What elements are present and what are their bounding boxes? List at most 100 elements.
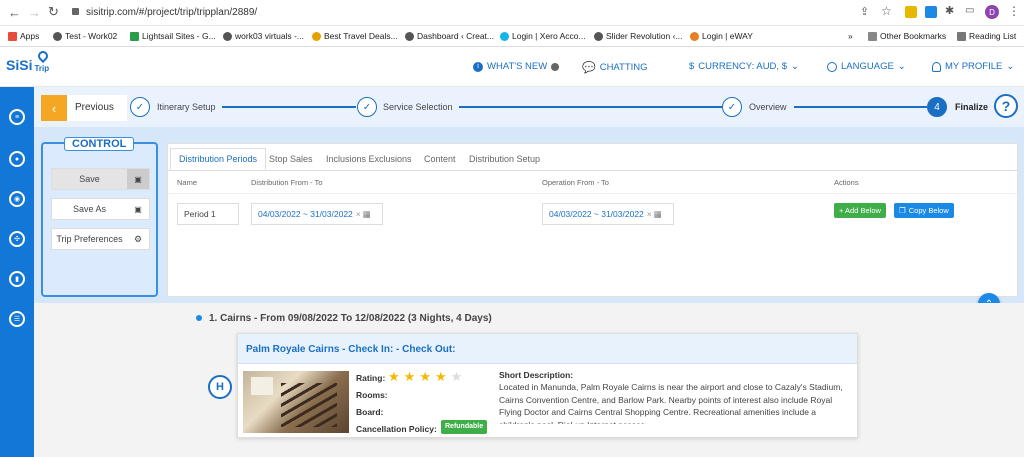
tab-stop-sales[interactable]: Stop Sales	[261, 148, 321, 170]
back-icon[interactable]: ←	[8, 5, 21, 20]
puzzle-icon[interactable]: ✱	[945, 4, 954, 17]
avatar[interactable]: D	[985, 5, 999, 19]
settings-icon[interactable]: ☰	[9, 311, 25, 327]
save-as-button[interactable]: Save As ▣	[51, 198, 150, 220]
reading-list-icon	[957, 31, 966, 41]
column-header-distribution: Distribution From - To	[251, 178, 323, 187]
bookmark-item[interactable]: Login | eWAY	[690, 31, 753, 41]
target-icon[interactable]: ◉	[9, 191, 25, 207]
currency-dropdown[interactable]: $ CURRENCY: AUD, $ ⌄	[689, 61, 799, 72]
previous-button[interactable]: ‹ Previous	[41, 95, 127, 121]
column-header-name: Name	[177, 178, 198, 187]
chatting-link[interactable]: 💬 CHATTING	[582, 61, 648, 74]
star-icon: ★	[419, 369, 435, 384]
address-bar[interactable]: sisitrip.com/#/project/trip/tripplan/288…	[86, 7, 257, 18]
bookmark-item[interactable]: Login | Xero Acco...	[500, 31, 586, 41]
star-icon[interactable]: ☆	[881, 4, 892, 18]
tab-distribution-periods[interactable]: Distribution Periods	[170, 148, 267, 170]
short-description-label: Short Description:	[499, 370, 574, 380]
globe-icon	[594, 31, 603, 41]
tab-inclusions-exclusions[interactable]: Inclusions Exclusions	[318, 148, 420, 170]
column-header-operation: Operation From - To	[542, 178, 609, 187]
hotel-title[interactable]: Palm Royale Cairns - Check In: - Check O…	[246, 344, 456, 355]
board-label: Board:	[356, 407, 384, 417]
copy-below-button[interactable]: ❐ Copy Below	[894, 203, 954, 218]
layers-icon[interactable]: ≡	[9, 109, 25, 125]
chevron-down-icon: ⌄	[1006, 61, 1015, 72]
share-icon[interactable]: ⇪	[860, 5, 869, 18]
bullet-icon	[196, 315, 202, 321]
xero-icon	[500, 31, 509, 41]
cast-icon[interactable]: ▭	[965, 5, 974, 16]
tab-content[interactable]: Content	[416, 148, 464, 170]
reading-list[interactable]: Reading List	[957, 31, 1016, 41]
step-label[interactable]: Itinerary Setup	[157, 102, 216, 112]
step-number[interactable]: 4	[927, 97, 947, 117]
distribution-panel: Distribution Periods Stop Sales Inclusio…	[167, 143, 1018, 297]
step-check-icon[interactable]: ✓	[130, 97, 150, 117]
bookmark-item[interactable]: Slider Revolution ‹...	[594, 31, 683, 41]
add-below-button[interactable]: + Add Below	[834, 203, 886, 218]
calendar-icon[interactable]: ▦	[654, 209, 662, 220]
logo[interactable]: SiSi Trip	[6, 48, 51, 73]
whats-new-link[interactable]: i WHAT'S NEW	[473, 61, 560, 72]
clipboard-icon[interactable]: ▮	[9, 271, 25, 287]
more-bookmarks[interactable]: »	[848, 31, 853, 41]
sidebar: ≡ ● ◉ ✣ ▮ ☰	[0, 87, 34, 457]
profile-dropdown[interactable]: MY PROFILE ⌄	[932, 61, 1014, 72]
copy-icon: ❐	[899, 206, 906, 215]
itinerary-heading: 1. Cairns - From 09/08/2022 To 12/08/202…	[209, 313, 492, 324]
bookmark-item[interactable]: Apps	[8, 31, 39, 41]
calendar-icon[interactable]: ▦	[363, 209, 371, 220]
language-dropdown[interactable]: LANGUAGE ⌄	[827, 61, 906, 72]
browser-toolbar: ← → ↻ sisitrip.com/#/project/trip/trippl…	[0, 0, 1024, 26]
step-check-icon[interactable]: ✓	[722, 97, 742, 117]
forward-icon[interactable]: →	[28, 5, 41, 20]
user-icon[interactable]: ●	[9, 151, 25, 167]
rating-label: Rating:	[356, 373, 386, 383]
sheet-icon	[130, 31, 139, 41]
reload-icon[interactable]: ↻	[48, 4, 59, 20]
clear-icon[interactable]: ×	[356, 209, 361, 219]
step-connector	[222, 106, 356, 108]
grid-icon[interactable]: ✣	[9, 231, 25, 247]
folder-icon	[868, 31, 877, 41]
bookmark-item[interactable]: work03 virtuals -...	[223, 31, 304, 41]
bookmark-item[interactable]: Lightsail Sites - G...	[130, 31, 216, 41]
window-shape	[251, 377, 273, 395]
bookmark-item[interactable]: Best Travel Deals...	[312, 31, 398, 41]
extension-icon[interactable]	[925, 6, 937, 18]
column-header-actions: Actions	[834, 178, 859, 187]
step-label[interactable]: Finalize	[955, 102, 988, 112]
tab-distribution-setup[interactable]: Distribution Setup	[461, 148, 548, 170]
bookmark-item[interactable]: Test - Work02	[53, 31, 117, 41]
operation-date-range[interactable]: 04/03/2022 ~ 31/03/2022 × ▦	[542, 203, 674, 225]
distribution-date-range[interactable]: 04/03/2022 ~ 31/03/2022 × ▦	[251, 203, 383, 225]
star-icon: ★	[403, 369, 420, 384]
step-check-icon[interactable]: ✓	[357, 97, 377, 117]
extension-icon[interactable]	[905, 6, 917, 18]
other-bookmarks[interactable]: Other Bookmarks	[868, 31, 946, 41]
rooms-label: Rooms:	[356, 390, 388, 400]
info-icon: i	[473, 61, 483, 72]
menu-icon[interactable]: ⋮	[1008, 4, 1020, 18]
globe-icon	[827, 61, 837, 72]
period-name-input[interactable]: Period 1	[177, 203, 239, 225]
user-icon	[932, 61, 941, 72]
hotel-card: Palm Royale Cairns - Check In: - Check O…	[237, 333, 858, 438]
gear-icon: ⚙	[133, 233, 143, 244]
chevron-down-icon: ⌄	[897, 61, 906, 72]
save-button[interactable]: Save ▣	[51, 168, 150, 190]
help-icon[interactable]: ?	[994, 94, 1018, 118]
bookmark-item[interactable]: Dashboard ‹ Creat...	[405, 31, 494, 41]
apps-icon	[8, 31, 17, 41]
trip-preferences-button[interactable]: Trip Preferences ⚙	[51, 228, 150, 250]
logo-text: SiSi	[6, 57, 33, 73]
chevron-down-icon: ⌄	[790, 61, 799, 72]
app-header: SiSi Trip i WHAT'S NEW 💬 CHATTING $ CURR…	[0, 47, 1024, 87]
dollar-icon: $	[689, 61, 695, 72]
step-label[interactable]: Service Selection	[383, 102, 453, 112]
step-label[interactable]: Overview	[749, 102, 787, 112]
bookmarks-bar: Apps Test - Work02 Lightsail Sites - G..…	[0, 26, 1024, 47]
clear-icon[interactable]: ×	[647, 209, 652, 219]
